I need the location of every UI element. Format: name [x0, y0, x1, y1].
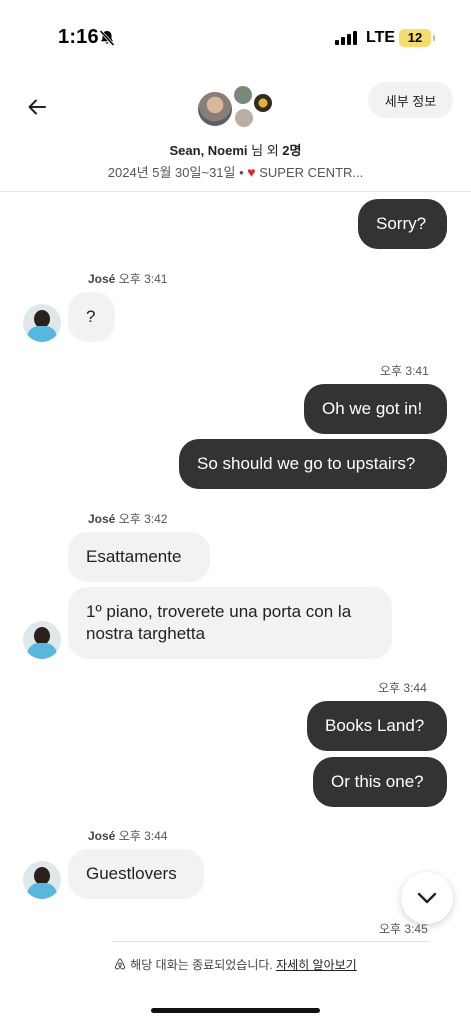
- message-group-meta: José 오후 3:44: [88, 827, 167, 844]
- message-text: Esattamente: [86, 547, 182, 566]
- avatar-member: [232, 84, 254, 106]
- message-time: 오후 3:44: [378, 681, 427, 695]
- message-bubble-outgoing[interactable]: Books Land?: [307, 701, 447, 751]
- avatar-member: [252, 92, 274, 114]
- divider: [112, 941, 430, 942]
- cellular-signal-icon: [335, 31, 359, 45]
- message-text: ?: [86, 307, 96, 326]
- message-group-meta: José 오후 3:41: [88, 270, 167, 287]
- scroll-to-bottom-button[interactable]: [401, 872, 453, 924]
- message-time: 오후 3:44: [115, 829, 168, 843]
- message-text: Oh we got in!: [322, 399, 423, 418]
- details-button[interactable]: 세부 정보: [368, 82, 453, 118]
- conversation-ended-notice: 해당 대화는 종료되었습니다. 자세히 알아보기: [0, 956, 471, 973]
- message-time: 오후 3:41: [115, 272, 168, 286]
- message-bubble-incoming[interactable]: Esattamente: [68, 532, 210, 582]
- participants-suffix: 님 외: [247, 143, 283, 158]
- conversation-participants: Sean, Noemi 님 외 2명: [0, 140, 471, 159]
- avatar-jose[interactable]: [23, 304, 61, 342]
- message-bubble-outgoing[interactable]: Oh we got in!: [304, 384, 447, 434]
- battery-icon: 12: [399, 29, 435, 47]
- home-indicator: [151, 1008, 320, 1013]
- message-text: Sorry?: [376, 214, 427, 233]
- avatar-host: [196, 90, 234, 128]
- arrow-left-icon: [28, 99, 46, 115]
- message-time: 오후 3:45: [379, 922, 428, 936]
- listing-name: SUPER CENTR...: [259, 165, 364, 180]
- avatar-member: [233, 107, 255, 129]
- message-bubble-outgoing[interactable]: So should we go to upstairs?: [179, 439, 447, 489]
- message-group-meta: José 오후 3:42: [88, 510, 167, 527]
- participants-count: 2명: [282, 143, 302, 158]
- message-bubble-incoming[interactable]: 1º piano, troverete una porta con la nos…: [68, 587, 392, 659]
- group-avatars[interactable]: [196, 84, 278, 130]
- back-button[interactable]: [22, 92, 52, 122]
- conversation-header: 세부 정보 Sean, Noemi 님 외 2명 2024년 5월 30일~31…: [0, 76, 471, 192]
- message-time: 오후 3:42: [115, 512, 168, 526]
- message-text: Guestlovers: [86, 864, 177, 883]
- message-bubble-outgoing[interactable]: Or this one?: [313, 757, 447, 807]
- sender-name: José: [88, 512, 116, 526]
- sender-name: José: [88, 829, 116, 843]
- message-bubble-incoming[interactable]: Guestlovers: [68, 849, 204, 899]
- message-bubble-outgoing[interactable]: Sorry?: [358, 199, 447, 249]
- conversation-subtitle: 2024년 5월 30일~31일 • ♥ SUPER CENTR...: [0, 162, 471, 181]
- learn-more-link[interactable]: 자세히 알아보기: [276, 958, 357, 972]
- avatar-jose[interactable]: [23, 861, 61, 899]
- chevron-down-icon: [417, 892, 437, 904]
- network-type: LTE: [366, 29, 396, 46]
- airbnb-logo-icon: [115, 958, 126, 970]
- message-time: 오후 3:41: [380, 364, 429, 378]
- status-time: 1:16: [58, 26, 99, 48]
- message-text: Or this one?: [331, 772, 424, 791]
- participants-names: Sean, Noemi: [169, 143, 248, 158]
- stay-dates: 2024년 5월 30일~31일 •: [107, 165, 248, 180]
- message-text: Books Land?: [325, 716, 425, 735]
- sender-name: José: [88, 272, 116, 286]
- heart-icon: ♥: [247, 164, 256, 180]
- message-bubble-incoming[interactable]: ?: [68, 292, 115, 342]
- status-bar: 1:16 LTE 12: [0, 0, 471, 76]
- message-text: nostra targhetta: [86, 624, 206, 643]
- message-text: 1º piano, troverete una porta con la: [86, 602, 352, 621]
- ended-text: 해당 대화는 종료되었습니다.: [130, 958, 277, 972]
- message-text: So should we go to upstairs?: [197, 454, 416, 473]
- avatar-jose[interactable]: [23, 621, 61, 659]
- bell-slash-icon: [99, 29, 115, 47]
